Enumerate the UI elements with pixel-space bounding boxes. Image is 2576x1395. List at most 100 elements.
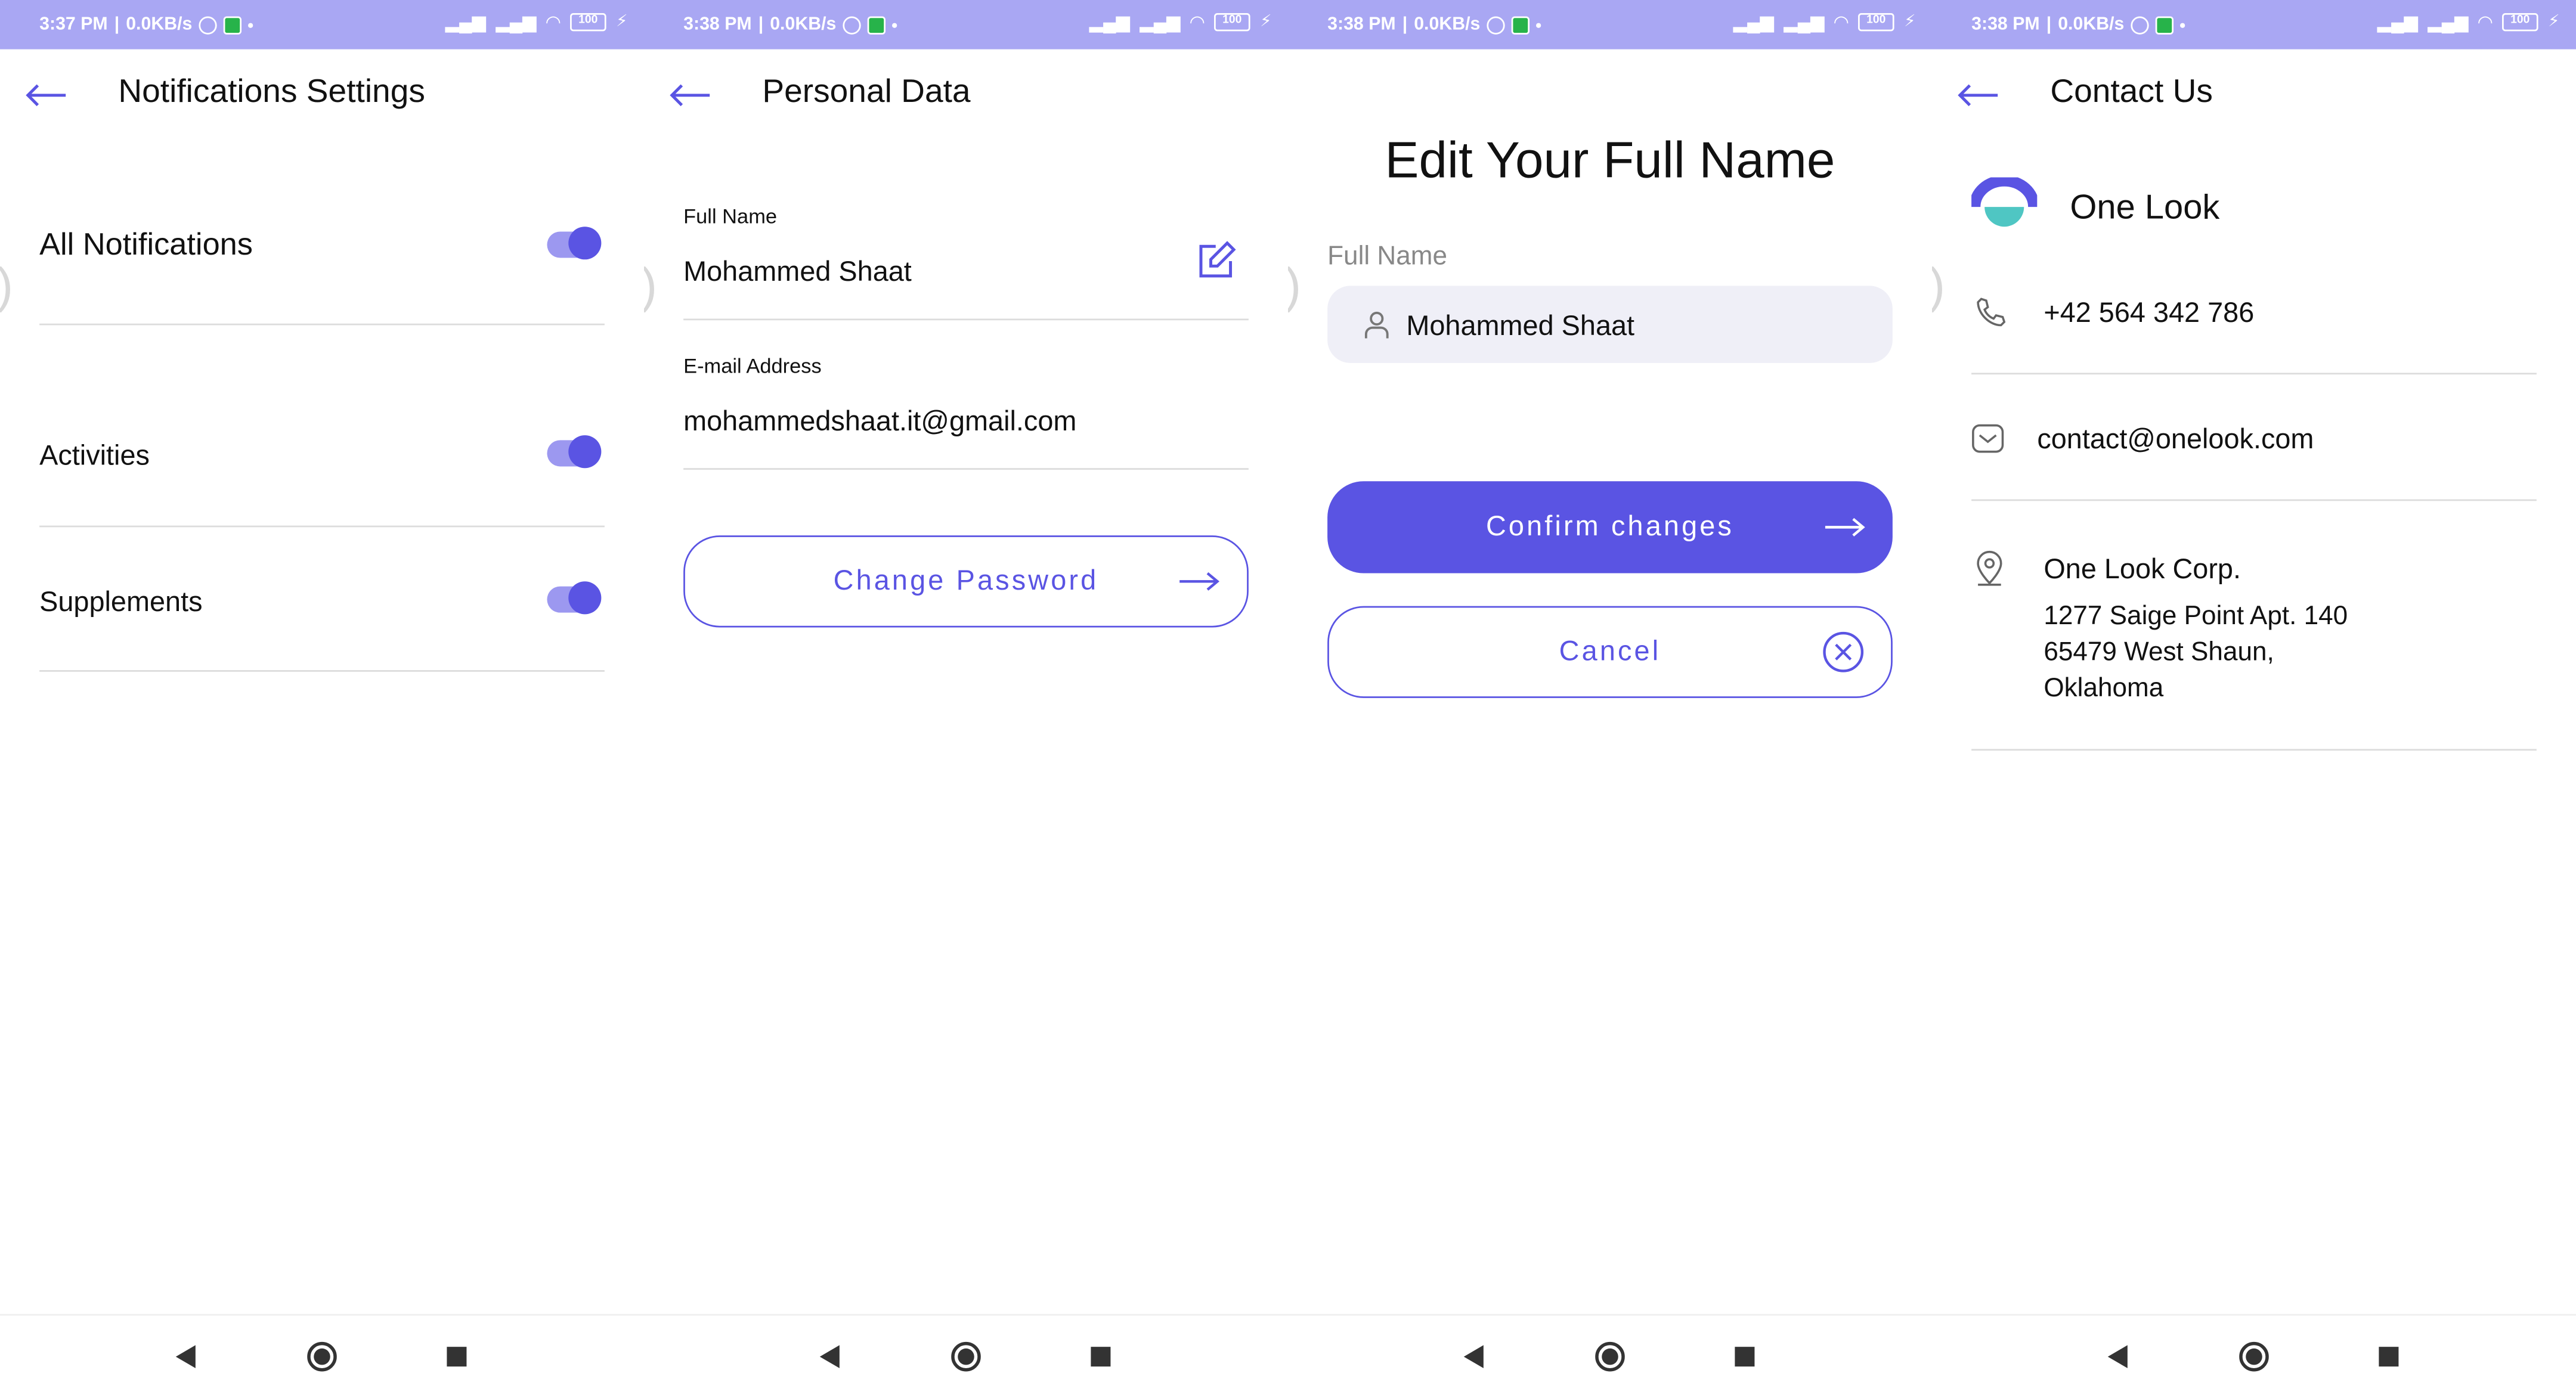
change-password-label: Change Password [833, 565, 1099, 597]
nav-back-icon[interactable] [2107, 1345, 2128, 1368]
one-look-logo [1971, 177, 2038, 227]
cancel-button[interactable]: Cancel [1327, 606, 1893, 698]
nav-recents-icon[interactable] [2379, 1347, 2399, 1367]
app-notification-icon [2155, 16, 2174, 34]
edge-indicator: ) [1288, 259, 1301, 315]
full-name-label: Full Name [683, 205, 778, 228]
nav-recents-icon[interactable] [447, 1347, 467, 1367]
signal-icon: ▂▄▆ [1089, 13, 1130, 33]
dot-icon [2180, 22, 2185, 27]
dot-icon [1536, 22, 1541, 27]
email-label: E-mail Address [683, 355, 822, 378]
charging-icon: ⚡ [2548, 13, 2560, 32]
contact-us-screen: 3:38 PM | 0.0KB/s ▂▄▆ ▂▄▆ ◠ 100 ⚡ Contact… [1931, 0, 2576, 1393]
divider [683, 318, 1249, 321]
nav-recents-icon[interactable] [1091, 1347, 1111, 1367]
back-arrow-icon[interactable] [667, 77, 713, 113]
signal-icon: ▂▄▆ [1784, 13, 1825, 33]
address-line-2: 65479 West Shaun, [2044, 638, 2274, 667]
alarm-icon [843, 16, 861, 34]
nav-back-icon[interactable] [1463, 1345, 1484, 1368]
signal-icon: ▂▄▆ [2377, 13, 2418, 33]
edit-icon[interactable] [1194, 240, 1237, 283]
status-bar: 3:38 PM | 0.0KB/s ▂▄▆ ▂▄▆ ◠ 100 ⚡ [1287, 0, 1932, 49]
nav-recents-icon[interactable] [1735, 1347, 1755, 1367]
status-bar: 3:38 PM | 0.0KB/s ▂▄▆ ▂▄▆ ◠ 100 ⚡ [643, 0, 1288, 49]
arrow-right-icon [1825, 517, 1865, 537]
nav-home-icon[interactable] [951, 1341, 981, 1372]
cancel-label: Cancel [1559, 636, 1661, 667]
status-bar: 3:37 PM | 0.0KB/s ▂▄▆ ▂▄▆ ◠ 100 ⚡ [0, 0, 644, 49]
divider [1971, 499, 2537, 501]
signal-icon: ▂▄▆ [2428, 13, 2469, 33]
notifications-screen: 3:37 PM | 0.0KB/s ▂▄▆ ▂▄▆ ◠ 100 ⚡ Notific… [0, 0, 644, 1393]
divider [39, 670, 605, 672]
wifi-icon: ◠ [546, 13, 561, 33]
edge-indicator: ) [0, 259, 13, 315]
divider [1971, 373, 2537, 375]
supplements-toggle[interactable] [547, 581, 602, 615]
wifi-icon: ◠ [2478, 13, 2493, 33]
toggle-label-all-notifications: All Notifications [39, 228, 253, 263]
status-time: 3:38 PM [1971, 14, 2040, 35]
user-icon [1364, 311, 1389, 339]
page-heading: Edit Your Full Name [1385, 131, 1835, 189]
nav-home-icon[interactable] [1595, 1341, 1625, 1372]
app-notification-icon [1511, 16, 1530, 34]
status-time: 3:38 PM [1327, 14, 1396, 35]
charging-icon: ⚡ [616, 13, 628, 32]
change-password-button[interactable]: Change Password [683, 535, 1249, 628]
battery-icon: 100 [1857, 13, 1894, 32]
confirm-changes-button[interactable]: Confirm changes [1327, 481, 1893, 574]
status-speed: 0.0KB/s [770, 14, 837, 35]
signal-icon: ▂▄▆ [445, 13, 486, 33]
address-line-1: 1277 Saige Point Apt. 140 [2044, 603, 2348, 631]
nav-home-icon[interactable] [307, 1341, 337, 1372]
status-bar: 3:38 PM | 0.0KB/s ▂▄▆ ▂▄▆ ◠ 100 ⚡ [1931, 0, 2576, 49]
field-label: Full Name [1327, 243, 1447, 271]
alarm-icon [199, 16, 217, 34]
battery-icon: 100 [1213, 13, 1250, 32]
full-name-input-value: Mohammed Shaat [1406, 310, 1635, 342]
status-time: 3:37 PM [39, 14, 108, 35]
nav-back-icon[interactable] [175, 1345, 196, 1368]
charging-icon: ⚡ [1260, 13, 1272, 32]
all-notifications-toggle[interactable] [547, 227, 602, 260]
wifi-icon: ◠ [1834, 13, 1849, 33]
personal-data-screen: 3:38 PM | 0.0KB/s ▂▄▆ ▂▄▆ ◠ 100 ⚡ Persona… [643, 0, 1288, 1393]
dot-icon [248, 22, 253, 27]
divider [1971, 749, 2537, 751]
toggle-label-supplements: Supplements [39, 586, 203, 618]
back-arrow-icon[interactable] [1955, 77, 2001, 113]
activities-toggle[interactable] [547, 435, 602, 469]
edge-indicator: ) [644, 259, 657, 315]
signal-icon: ▂▄▆ [1733, 13, 1774, 33]
alarm-icon [2131, 16, 2149, 34]
status-speed: 0.0KB/s [1414, 14, 1481, 35]
system-nav-bar [643, 1314, 1288, 1393]
close-circle-icon [1823, 631, 1864, 672]
full-name-input[interactable]: Mohammed Shaat [1327, 286, 1893, 363]
status-speed: 0.0KB/s [126, 14, 193, 35]
location-pin-icon [1977, 550, 2002, 586]
nav-home-icon[interactable] [2239, 1341, 2269, 1372]
battery-icon: 100 [2501, 13, 2538, 32]
email-value: mohammedshaat.it@gmail.com [683, 405, 1077, 437]
status-speed: 0.0KB/s [2058, 14, 2125, 35]
wifi-icon: ◠ [1190, 13, 1205, 33]
contact-email[interactable]: contact@onelook.com [2037, 424, 2314, 457]
divider [39, 323, 605, 326]
confirm-changes-label: Confirm changes [1485, 510, 1735, 542]
app-notification-icon [223, 16, 242, 34]
nav-back-icon[interactable] [819, 1345, 840, 1368]
brand-name: One Look [2070, 188, 2220, 227]
arrow-right-icon [1179, 572, 1219, 591]
system-nav-bar [1931, 1314, 2576, 1393]
back-arrow-icon[interactable] [23, 77, 69, 113]
app-notification-icon [867, 16, 886, 34]
dot-icon [892, 22, 897, 27]
divider [39, 525, 605, 528]
contact-phone[interactable]: +42 564 342 786 [2044, 297, 2254, 330]
edit-name-screen: 3:38 PM| 0.0KB/s ▂▄▆ ▂▄▆ ◠ 100 ⚡ ) Edit … [1287, 0, 1932, 1393]
battery-icon: 100 [569, 13, 606, 32]
